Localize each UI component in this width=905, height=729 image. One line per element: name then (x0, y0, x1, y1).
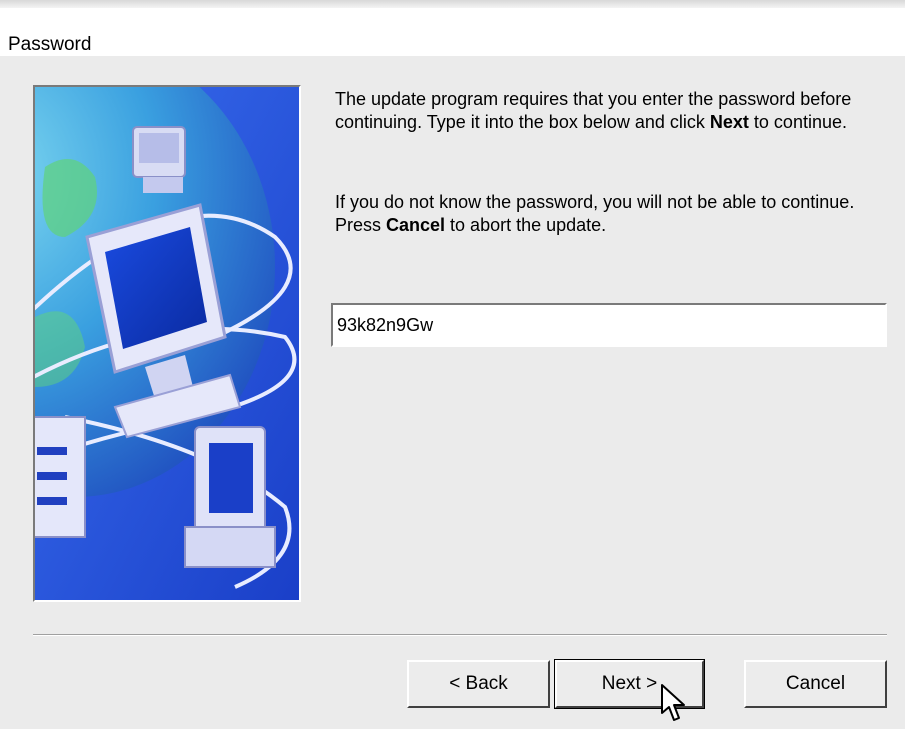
password-dialog: Password The update program requires tha… (0, 0, 905, 729)
next-button[interactable]: Next > (554, 659, 705, 709)
computer-network-illustration (33, 85, 301, 602)
password-input[interactable] (331, 303, 887, 347)
top-edge (0, 0, 905, 8)
button-separator (33, 634, 887, 636)
window-title: Password (8, 34, 92, 55)
warning-paragraph: If you do not know the password, you wil… (335, 191, 885, 237)
back-button[interactable]: < Back (407, 660, 550, 708)
instruction-paragraph: The update program requires that you ent… (335, 88, 885, 134)
cancel-emphasis: Cancel (386, 215, 446, 235)
next-emphasis: Next (709, 112, 749, 132)
instruction-text-2: to continue. (748, 112, 847, 132)
cancel-button[interactable]: Cancel (744, 660, 887, 708)
title-bar: Password (0, 8, 905, 56)
warning-text-2: to abort the update. (445, 215, 607, 235)
